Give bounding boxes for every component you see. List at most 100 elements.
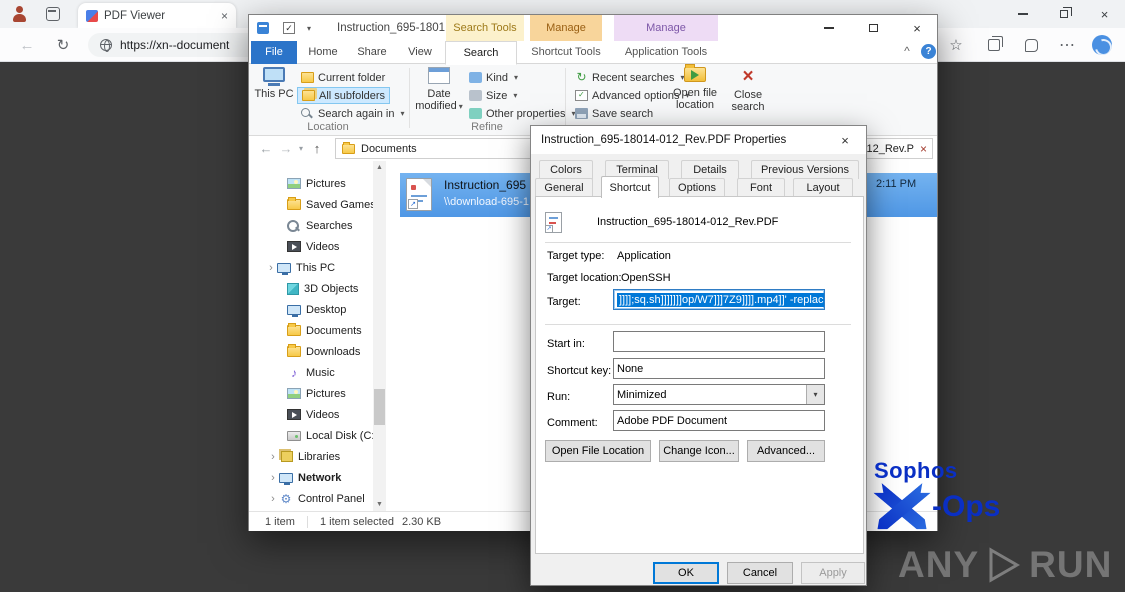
sidebar-item-downloads[interactable]: Downloads [249,341,387,362]
browser-restore-button[interactable] [1043,0,1084,28]
change-icon-button[interactable]: Change Icon... [659,440,739,462]
nav-back-button[interactable]: ← [255,136,277,161]
profile-avatar[interactable] [1086,28,1118,62]
tab-font[interactable]: Font [737,178,785,197]
dialog-close-button[interactable]: × [824,126,866,154]
expand-chevron-icon[interactable]: › [265,262,277,274]
tab-shortcut[interactable]: Shortcut [601,176,659,198]
apply-button[interactable]: Apply [801,562,865,584]
tab-previous-versions[interactable]: Previous Versions [751,160,859,179]
tab-general[interactable]: General [535,178,593,197]
size-button[interactable]: Size ▾ [465,87,521,104]
nav-up-button[interactable]: ↑ [307,136,327,161]
this-pc-button[interactable]: This PC [253,67,295,127]
ribbon-collapse-icon[interactable]: ^ [897,41,917,64]
more-menu-button[interactable]: ⋯ [1052,28,1082,62]
explorer-minimize-button[interactable] [807,15,851,41]
qat-properties-icon[interactable] [257,22,269,34]
date-modified-button[interactable]: Date modified▾ [415,67,463,127]
save-search-button[interactable]: Save search [571,105,657,122]
sidebar-item-music[interactable]: ♪Music [249,362,387,383]
explorer-window-title: Instruction_695-1801... [337,15,455,41]
tab-share[interactable]: Share [349,41,395,64]
close-search-button[interactable]: × Close search [725,67,771,127]
sidebar-item-desktop[interactable]: Desktop [249,299,387,320]
sidebar-item-this-pc[interactable]: ›This PC [249,257,387,278]
tab-application-tools[interactable]: Application Tools [614,41,718,64]
tab-close-icon[interactable]: × [221,9,228,23]
tab-options[interactable]: Options [669,178,725,197]
refresh-button[interactable]: ↻ [48,28,78,62]
explorer-close-button[interactable]: × [895,15,939,41]
qat-check-icon[interactable]: ✓ [283,22,295,34]
run-select[interactable]: Minimized ▾ [613,384,825,405]
sidebar-item-searches[interactable]: Searches [249,215,387,236]
sidebar-item-pictures-2[interactable]: Pictures [249,383,387,404]
shortcut-key-input[interactable]: None [613,358,825,379]
caret-down-icon[interactable]: ▾ [806,385,824,404]
advanced-button[interactable]: Advanced... [747,440,825,462]
collections-button[interactable] [979,28,1009,62]
sidebar-item-local-disk[interactable]: Local Disk (C:) [249,425,387,446]
sidebar-item-3d-objects[interactable]: 3D Objects [249,278,387,299]
target-selected-text: ]]]];sq.sh]]]]]]]op/W7]]]7Z9]]]].mp4]]' … [617,293,825,307]
expand-chevron-icon[interactable]: › [267,493,279,505]
all-subfolders-button[interactable]: All subfolders [297,87,390,104]
tab-search[interactable]: Search [445,41,517,65]
extensions-button[interactable] [1016,28,1046,62]
properties-icon [469,108,482,119]
search-clear-icon[interactable]: × [920,142,927,156]
explorer-maximize-button[interactable] [851,15,895,41]
favorites-button[interactable]: ☆ [941,28,971,62]
expand-chevron-icon[interactable]: › [267,451,279,463]
start-in-input[interactable] [613,331,825,352]
sidebar-item-videos-2[interactable]: Videos [249,404,387,425]
workspaces-icon[interactable] [46,7,60,21]
tab-favicon-icon [86,10,98,22]
tab-home[interactable]: Home [301,41,345,64]
kind-button[interactable]: Kind ▾ [465,69,522,86]
expand-chevron-icon[interactable]: › [267,472,279,484]
sidebar-item-saved-games[interactable]: Saved Games [249,194,387,215]
sidebar-item-pictures[interactable]: Pictures [249,173,387,194]
folder-icon [287,346,301,357]
target-input[interactable]: ]]]];sq.sh]]]]]]]op/W7]]]7Z9]]]].mp4]]' … [613,289,825,310]
nav-scrollbar[interactable]: ▲ ▼ [373,161,386,511]
browser-tab[interactable]: PDF Viewer × [78,3,236,28]
sidebar-item-videos[interactable]: Videos [249,236,387,257]
open-file-location-dialog-button[interactable]: Open File Location [545,440,651,462]
video-icon [287,241,301,252]
up-icon: ↑ [314,141,321,156]
sidebar-item-documents[interactable]: Documents [249,320,387,341]
sidebar-item-network[interactable]: ›Network [249,467,387,488]
other-properties-button[interactable]: Other properties ▾ [465,105,580,122]
sidebar-item-control-panel[interactable]: ›⚙Control Panel [249,488,387,509]
scroll-up-icon[interactable]: ▲ [373,161,386,174]
caret-down-icon: ▾ [513,91,517,100]
tab-view[interactable]: View [399,41,441,64]
calendar-icon [428,67,450,84]
tab-layout[interactable]: Layout [793,178,853,197]
current-folder-button[interactable]: Current folder [297,69,389,86]
sidebar-item-libraries[interactable]: ›Libraries [249,446,387,467]
anyrun-run-text: RUN [1029,544,1112,586]
tab-details[interactable]: Details [681,160,739,179]
cancel-button[interactable]: Cancel [727,562,793,584]
help-button[interactable]: ? [921,44,936,59]
scroll-down-icon[interactable]: ▼ [373,498,386,511]
tab-shortcut-tools[interactable]: Shortcut Tools [530,41,602,64]
nav-history-caret[interactable]: ▾ [295,136,307,161]
open-file-location-button[interactable]: Open file location [669,67,721,127]
search-again-button[interactable]: Search again in ▾ [297,105,408,122]
ok-button[interactable]: OK [653,562,719,584]
profile-icon[interactable] [10,5,28,23]
comment-input[interactable]: Adobe PDF Document [613,410,825,431]
back-icon: ← [20,37,35,54]
browser-minimize-button[interactable] [1002,0,1043,28]
qat-customize-caret-icon[interactable]: ▾ [307,24,311,33]
tab-colors[interactable]: Colors [539,160,593,179]
scrollbar-thumb[interactable] [374,389,385,425]
tab-file[interactable]: File [251,41,297,64]
nav-forward-button[interactable]: → [277,136,295,161]
browser-close-button[interactable]: × [1084,0,1125,28]
